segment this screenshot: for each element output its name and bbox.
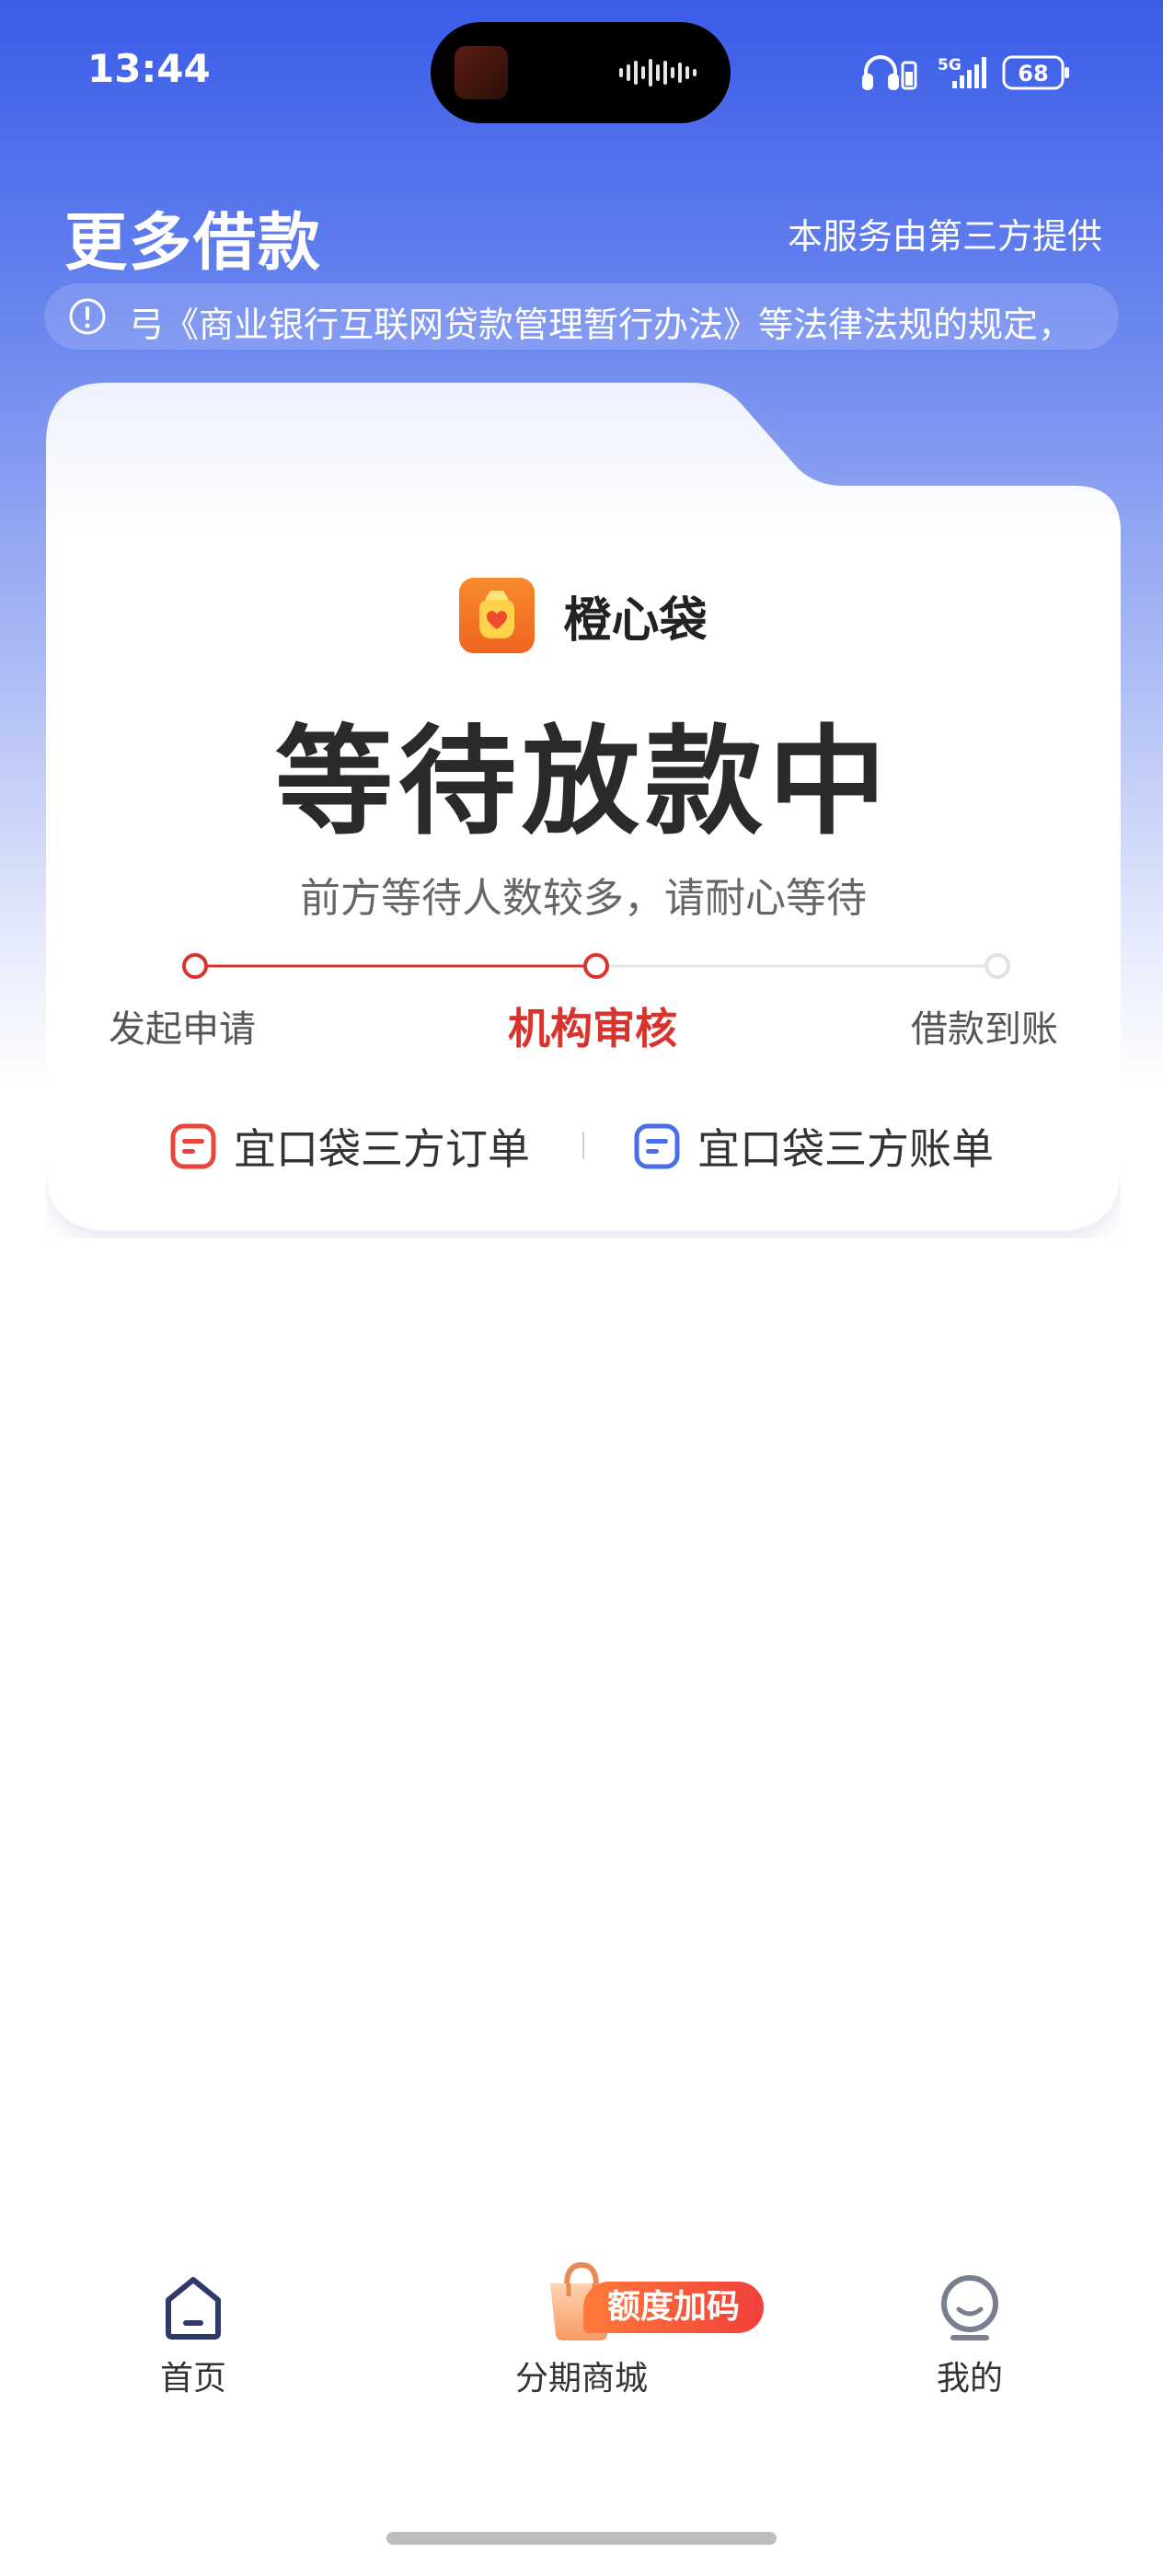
brand-name: 橙心袋 [563,592,708,649]
brand-row: 橙心袋 [46,578,1121,653]
notice-bar[interactable]: 弓《商业银行互联网贷款管理暂行办法》等法律法规的规定， [44,283,1119,350]
step-label-apply: 发起申请 [109,1008,256,1051]
progress-steps [182,953,1010,979]
step-dot-disburse [985,953,1010,979]
order-links: 宜口袋三方订单 宜口袋三方账单 [46,1110,1121,1183]
svg-text:5G: 5G [938,56,961,75]
step-label-disburse: 借款到账 [911,1008,1058,1051]
bottom-tab-bar: 首页 分期商城 我的 [0,2245,1163,2484]
third-party-order-link[interactable]: 宜口袋三方订单 [169,1110,530,1183]
tab-profile-label: 我的 [936,2360,1003,2398]
status-subtitle: 前方等待人数较多，请耐心等待 [300,875,867,922]
tab-profile[interactable]: 我的 [869,2272,1071,2475]
audio-wave-icon [619,59,697,86]
headphones-icon [862,55,899,90]
status-indicators: 5G 68 [860,46,1081,101]
brand-logo-icon [459,578,535,653]
tab-home-label: 首页 [159,2360,226,2398]
step-dot-apply [182,953,208,979]
battery-icon: 68 [1002,55,1069,90]
profile-icon [941,2275,998,2340]
third-party-order-label: 宜口袋三方订单 [234,1124,530,1174]
page-title: 更多借款 [64,207,323,280]
step-dot-review [583,953,609,979]
third-party-bill-link[interactable]: 宜口袋三方账单 [633,1110,994,1183]
notice-text: 弓《商业银行互联网贷款管理暂行办法》等法律法规的规定， [129,305,1074,345]
order-icon [170,1123,216,1169]
promo-badge[interactable]: 额度加码 [583,2282,765,2333]
home-icon [166,2277,221,2340]
tab-home[interactable]: 首页 [92,2272,294,2475]
status-time: 13:44 [87,46,211,91]
third-party-bill-label: 宜口袋三方账单 [697,1124,994,1174]
status-title: 等待放款中 [274,714,892,851]
loan-status-card: 橙心袋 等待放款中 前方等待人数较多，请耐心等待 发起申请 机构审核 借款到账 … [46,383,1121,1238]
tab-installment-mall-label: 分期商城 [514,2360,648,2398]
step-label-review: 机构审核 [508,1004,677,1053]
svg-text:68: 68 [1018,61,1048,86]
media-thumbnail [455,46,508,99]
link-divider [582,1132,584,1159]
dynamic-island[interactable] [431,22,731,123]
bill-icon [634,1123,680,1169]
earbud-battery-icon [901,61,917,90]
home-indicator[interactable] [386,2532,777,2545]
provider-note: 本服务由第三方提供 [787,216,1102,257]
info-icon [69,298,106,335]
